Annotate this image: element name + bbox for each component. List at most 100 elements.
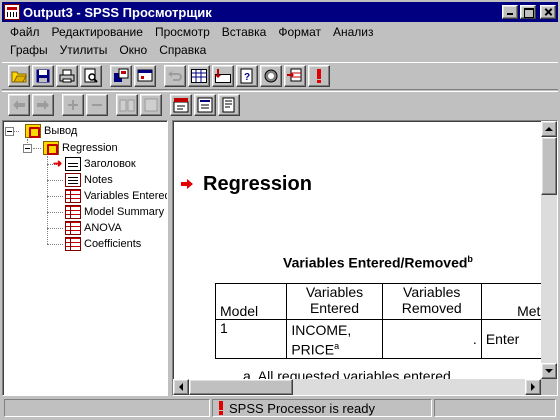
tree-item-label: Model Summary — [84, 206, 165, 218]
outline-pane[interactable]: Вывод Regression ➜ Заголовок Notes Varia… — [2, 120, 168, 396]
menu-view[interactable]: Просмотр — [149, 23, 216, 41]
print-button[interactable] — [56, 65, 78, 87]
tree-item-coefficients[interactable]: Coefficients — [65, 236, 141, 252]
insert-cases-button[interactable] — [284, 65, 306, 87]
pivot-table-icon — [65, 221, 81, 235]
designate-window-button[interactable] — [308, 65, 330, 87]
data-view-button[interactable] — [188, 65, 210, 87]
menu-utilities[interactable]: Утилиты — [54, 41, 114, 59]
menu-help[interactable]: Справка — [153, 41, 212, 59]
insert-heading-button[interactable] — [170, 94, 192, 116]
window-title: Output3 - SPSS Просмотрщик — [23, 4, 212, 20]
tree-item-title[interactable]: Заголовок — [65, 156, 136, 172]
menu-graphs[interactable]: Графы — [4, 41, 54, 59]
scroll-right-button[interactable] — [525, 379, 541, 395]
minimize-button[interactable] — [502, 5, 518, 19]
dialog-recall-button[interactable] — [134, 65, 156, 87]
open-button[interactable] — [8, 65, 30, 87]
undo-button[interactable] — [164, 65, 186, 87]
cell-model: 1 — [214, 319, 288, 359]
title-bar[interactable]: Output3 - SPSS Просмотрщик — [2, 2, 558, 22]
expand-icon — [68, 100, 78, 110]
menu-edit[interactable]: Редактирование — [46, 23, 149, 41]
arrow-right-icon — [531, 383, 535, 391]
book-icon — [25, 124, 41, 138]
insert-text-icon — [222, 97, 235, 113]
tree-item-label: Variables Entered — [84, 190, 168, 202]
title-icon — [65, 157, 81, 171]
tree-item-anova[interactable]: ANOVA — [65, 220, 122, 236]
output-content-pane[interactable]: Regression Variables Entered/Removedb Mo… — [172, 120, 558, 396]
output-heading[interactable]: Regression — [203, 173, 312, 196]
menu-analyze[interactable]: Анализ — [327, 23, 380, 41]
table-title[interactable]: Variables Entered/Removedb — [283, 254, 473, 271]
variables-icon: ? — [240, 68, 253, 84]
variables-entered-table[interactable]: Model Variables Entered Variables Remove… — [214, 283, 557, 359]
processor-status-icon — [219, 401, 223, 415]
save-button[interactable] — [32, 65, 54, 87]
variables-button[interactable]: ? — [236, 65, 258, 87]
hide-button[interactable] — [140, 94, 162, 116]
insert-title-button[interactable] — [194, 94, 216, 116]
collapse-toggle-root[interactable] — [5, 127, 14, 136]
maximize-button[interactable] — [520, 5, 536, 19]
print-preview-icon — [84, 68, 98, 83]
pivot-table-icon — [65, 237, 81, 251]
status-bar: SPSS Processor is ready — [2, 398, 558, 418]
scroll-left-button[interactable] — [173, 379, 189, 395]
insert-title-icon — [197, 97, 213, 113]
menu-bar: Файл Редактирование Просмотр Вставка Фор… — [4, 23, 380, 41]
menu-insert[interactable]: Вставка — [216, 23, 273, 41]
close-button[interactable] — [540, 5, 556, 19]
insert-text-button[interactable] — [218, 94, 240, 116]
spss-app-icon[interactable] — [4, 4, 20, 20]
insert-cases-icon — [287, 68, 302, 82]
column-header-variables-entered: Variables Entered — [286, 283, 383, 320]
horizontal-scrollbar[interactable] — [173, 379, 541, 395]
tree-item-label: Заголовок — [84, 158, 136, 170]
demote-button[interactable] — [32, 94, 54, 116]
collapse-icon — [92, 104, 102, 106]
notes-icon — [65, 173, 81, 187]
status-field-right — [434, 399, 556, 417]
menu-file[interactable]: Файл — [4, 23, 46, 41]
promote-button[interactable] — [8, 94, 30, 116]
vertical-scroll-thumb[interactable] — [541, 137, 557, 195]
use-sets-icon — [264, 69, 278, 83]
heading-arrow-icon — [181, 179, 193, 189]
status-field-processor: SPSS Processor is ready — [212, 399, 432, 417]
designate-window-icon — [317, 69, 321, 83]
export-button[interactable] — [110, 65, 132, 87]
show-button[interactable] — [116, 94, 138, 116]
tree-item-regression[interactable]: Regression — [43, 140, 118, 156]
expand-button[interactable] — [62, 94, 84, 116]
hide-icon — [144, 98, 158, 112]
use-sets-button[interactable] — [260, 65, 282, 87]
tree-item-root[interactable]: Вывод — [25, 123, 77, 139]
scroll-down-button[interactable] — [541, 363, 557, 379]
collapse-toggle-regression[interactable] — [23, 144, 32, 153]
pivot-table-icon — [65, 205, 81, 219]
book-icon — [43, 141, 59, 155]
undo-icon — [168, 71, 182, 81]
tree-item-notes[interactable]: Notes — [65, 172, 113, 188]
tree-item-label: Coefficients — [84, 238, 142, 250]
column-header-model: Model — [214, 283, 288, 320]
collapse-button[interactable] — [86, 94, 108, 116]
tree-item-variables-entered[interactable]: Variables Entered — [65, 188, 168, 204]
tree-item-model-summary[interactable]: Model Summary — [65, 204, 164, 220]
vertical-scrollbar[interactable] — [541, 121, 557, 379]
print-preview-button[interactable] — [80, 65, 102, 87]
tree-item-label: Regression — [62, 142, 118, 154]
table-title-footnote-mark: b — [467, 254, 473, 264]
main-toolbar: ? — [2, 62, 558, 90]
horizontal-scroll-thumb[interactable] — [189, 379, 293, 395]
goto-case-button[interactable] — [212, 65, 234, 87]
menu-window[interactable]: Окно — [113, 41, 153, 59]
export-icon — [114, 68, 129, 82]
insert-heading-icon — [173, 98, 189, 113]
scroll-up-button[interactable] — [541, 121, 557, 137]
menu-format[interactable]: Формат — [272, 23, 327, 41]
column-header-variables-removed: Variables Removed — [381, 283, 482, 320]
promote-icon — [13, 100, 25, 110]
